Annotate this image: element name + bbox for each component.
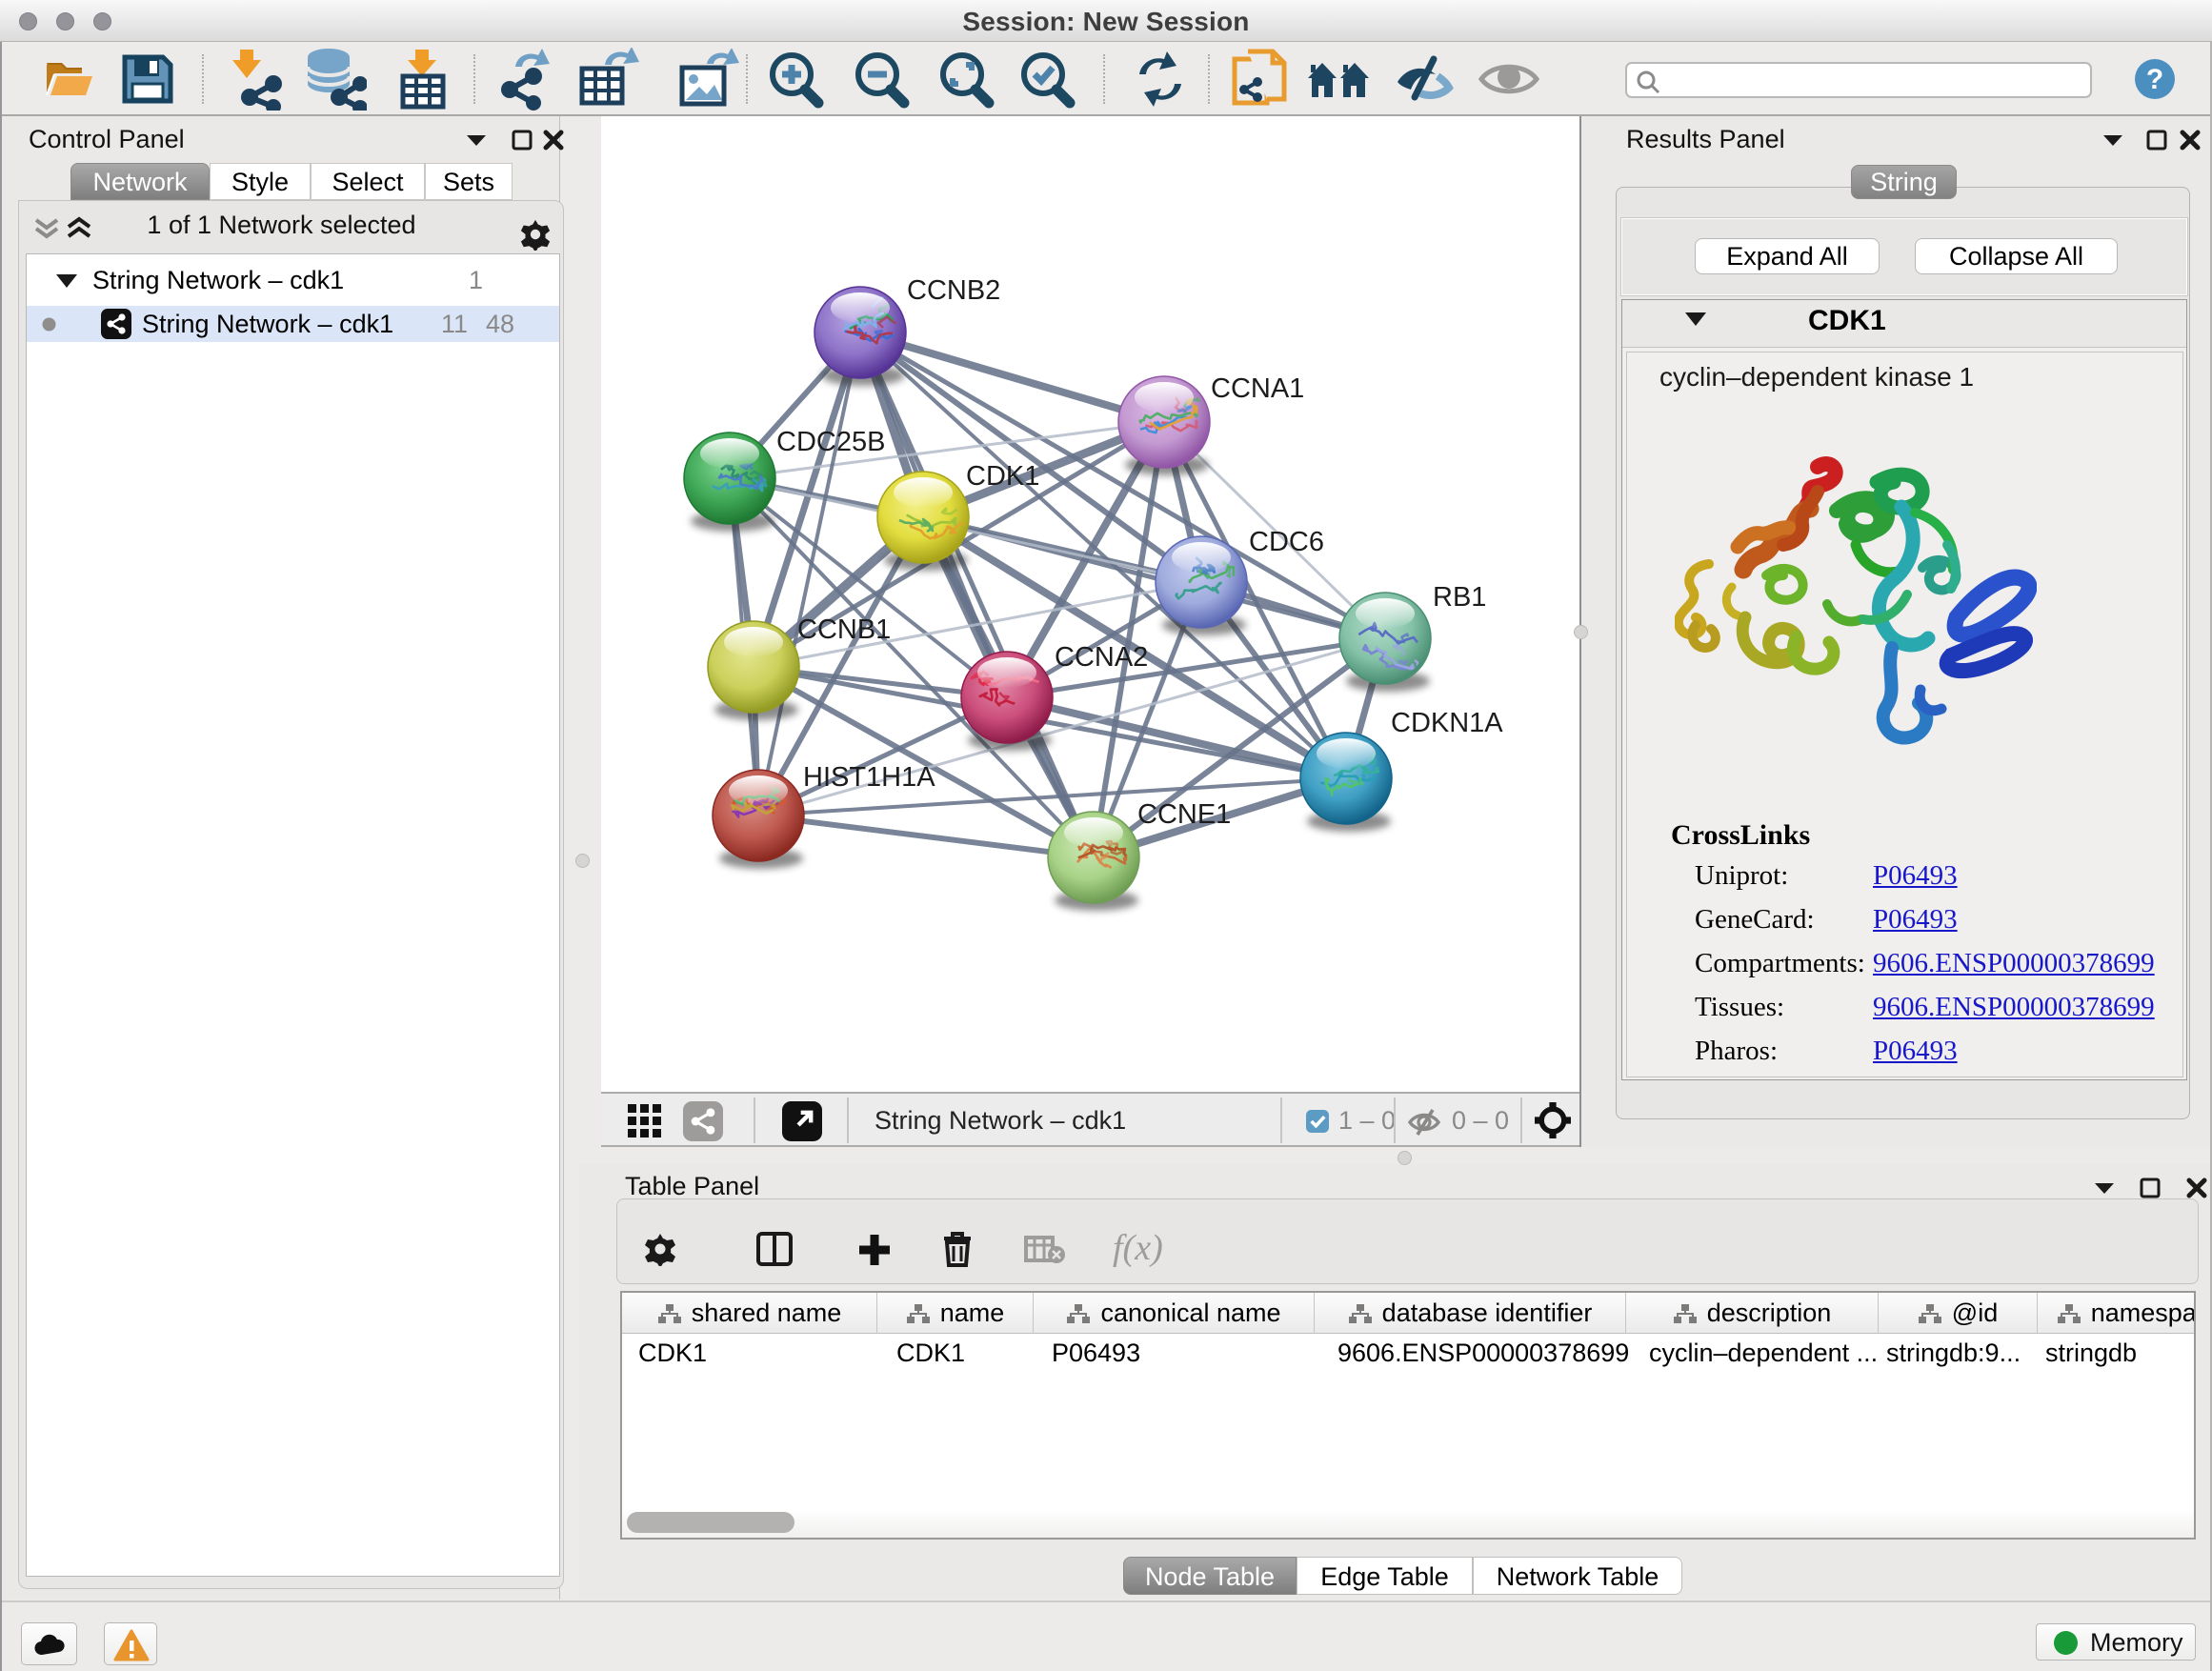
svg-text:CCNA1: CCNA1: [1211, 373, 1304, 404]
svg-text:CCNE1: CCNE1: [1137, 799, 1231, 830]
svg-text:?: ?: [2146, 64, 2163, 95]
svg-text:CCNA2: CCNA2: [1055, 642, 1148, 673]
svg-text:CCNB1: CCNB1: [797, 614, 891, 645]
svg-text:CDKN1A: CDKN1A: [1391, 708, 1503, 738]
svg-text:CDC25B: CDC25B: [776, 427, 885, 457]
svg-text:CDC6: CDC6: [1249, 527, 1324, 557]
svg-text:RB1: RB1: [1433, 582, 1486, 613]
svg-text:HIST1H1A: HIST1H1A: [803, 762, 935, 793]
svg-text:CDK1: CDK1: [966, 461, 1039, 492]
svg-text:CCNB2: CCNB2: [907, 275, 1000, 306]
